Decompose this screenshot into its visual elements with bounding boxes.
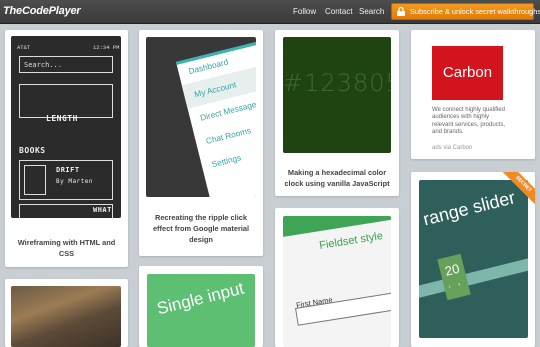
lock-icon <box>397 7 405 16</box>
thumb-field-input <box>295 292 391 326</box>
card-fieldset[interactable]: Fieldset style First Name <box>275 208 399 347</box>
thumbnail-range-slider: range slider 20 ‹ › <box>419 180 528 338</box>
thumb-time: 12:34 PM <box>93 44 120 51</box>
thumb-search-box: Search... <box>19 56 113 73</box>
thumb-range-value: 20 <box>443 260 462 279</box>
card-title: Wireframing with HTML and CSS <box>17 238 116 258</box>
thumb-range-track <box>419 249 528 300</box>
card-title: Making a hexadecimal color clock using v… <box>284 168 390 188</box>
thumb-hex-digits: #123805 <box>283 69 391 97</box>
thumb-book-cover <box>24 165 46 195</box>
card-wireframing[interactable]: AT&T 12:34 PM Search... LENGTH BOOKS DRI… <box>5 30 128 267</box>
thumbnail-landscape <box>11 286 121 347</box>
thumb-menu-item: Settings <box>210 152 243 170</box>
thumbnail-fieldset: Fieldset style First Name <box>283 216 391 347</box>
carbon-logo[interactable]: Carbon <box>432 46 503 100</box>
top-bar: TheCodePlayer Follow Contact Search Subs… <box>0 0 540 24</box>
thumb-range-arrows: ‹ › <box>448 281 465 291</box>
thumb-single-input-title: Single input <box>155 278 246 319</box>
thumb-menu: Dashboard My Account Direct Message Chat… <box>176 37 256 197</box>
thumbnail-ripple: Dashboard My Account Direct Message Chat… <box>146 37 256 197</box>
thumb-books: BOOKS <box>19 146 46 155</box>
carbon-via-link[interactable]: ads via Carbon <box>432 145 472 151</box>
thumb-whats: WHAT <box>93 206 112 214</box>
nav-contact[interactable]: Contact <box>325 7 353 16</box>
site-logo[interactable]: TheCodePlayer <box>3 5 81 17</box>
thumb-fieldset-title: Fieldset style <box>318 230 384 252</box>
card-ripple[interactable]: Dashboard My Account Direct Message Chat… <box>139 30 263 256</box>
thumb-book-title: DRIFT <box>56 166 80 174</box>
thumbnail-hexclock: #123805 <box>283 37 391 153</box>
thumb-search-placeholder: Search... <box>24 61 62 69</box>
card-hexclock[interactable]: #123805 Making a hexadecimal color clock… <box>275 30 399 196</box>
thumb-menu-item: Chat Rooms <box>204 125 252 146</box>
thumb-range-knob: 20 ‹ › <box>437 253 471 301</box>
carbon-ad[interactable]: Carbon We connect highly qualified audie… <box>411 30 535 159</box>
card-single-input[interactable]: Single input <box>139 266 263 347</box>
subscribe-button[interactable]: Subscribe & unlock secret walkthroughs <box>391 3 540 20</box>
thumb-length: LENGTH <box>46 114 78 123</box>
card-range-slider[interactable]: range slider 20 ‹ › SECRET <box>411 172 535 347</box>
card-landscape[interactable] <box>5 279 128 347</box>
thumb-book-author: By Marten <box>56 178 94 185</box>
nav-follow[interactable]: Follow <box>293 7 316 16</box>
thumbnail-single-input: Single input <box>147 274 255 347</box>
thumb-carrier: AT&T <box>17 44 31 51</box>
thumbnail-wireframe: AT&T 12:34 PM Search... LENGTH BOOKS DRI… <box>11 36 121 218</box>
thumb-length-box <box>19 84 113 118</box>
carbon-ad-text[interactable]: We connect highly qualified audiences wi… <box>432 107 512 136</box>
nav-search[interactable]: Search <box>359 7 384 16</box>
thumb-range-title: range slider <box>421 187 518 230</box>
subscribe-label: Subscribe & unlock secret walkthroughs <box>410 7 540 16</box>
card-title: Recreating the ripple click effect from … <box>152 213 250 244</box>
